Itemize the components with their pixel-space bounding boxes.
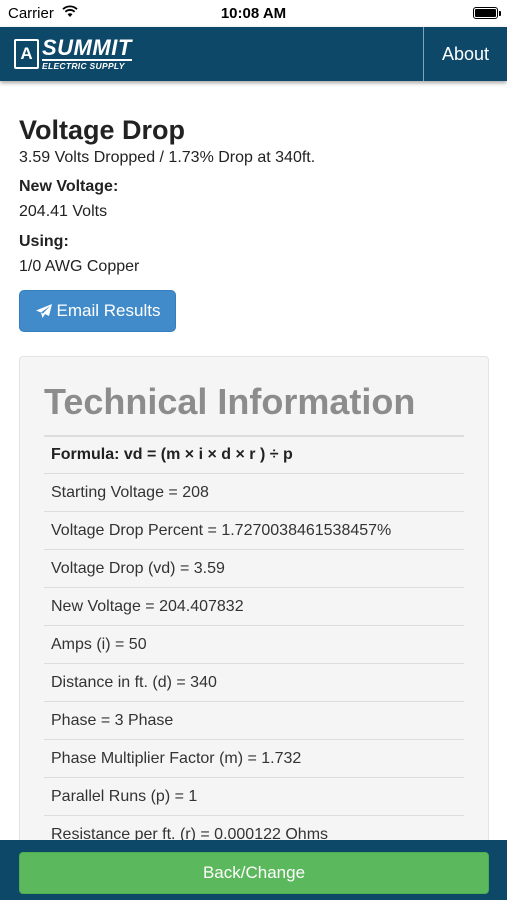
status-bar: Carrier 10:08 AM xyxy=(0,0,507,27)
about-button[interactable]: About xyxy=(424,27,507,81)
formula-row: Formula: vd = (m × i × d × r ) ÷ p xyxy=(44,435,464,473)
footer-bar: Back/Change xyxy=(0,840,507,900)
table-row: New Voltage = 204.407832 xyxy=(44,587,464,625)
table-row: Amps (i) = 50 xyxy=(44,625,464,663)
table-row: Phase = 3 Phase xyxy=(44,701,464,739)
using-label: Using: xyxy=(19,233,69,250)
email-results-label: Email Results xyxy=(56,301,161,320)
technical-info-panel: Technical Information Formula: vd = (m ×… xyxy=(19,356,489,900)
table-row: Distance in ft. (d) = 340 xyxy=(44,663,464,701)
page-title: Voltage Drop xyxy=(19,115,186,145)
logo-subtitle: ELECTRIC SUPPLY xyxy=(42,59,132,71)
technical-info-title: Technical Information xyxy=(44,381,416,422)
table-row: Phase Multiplier Factor (m) = 1.732 xyxy=(44,739,464,777)
technical-info-table: Formula: vd = (m × i × d × r ) ÷ p Start… xyxy=(44,435,464,853)
new-voltage-label: New Voltage: xyxy=(19,178,119,195)
status-time: 10:08 AM xyxy=(220,5,287,22)
email-results-button[interactable]: Email Results xyxy=(19,290,176,332)
table-row: Starting Voltage = 208 xyxy=(44,473,464,511)
table-row: Voltage Drop (vd) = 3.59 xyxy=(44,549,464,587)
send-icon xyxy=(35,304,52,318)
battery-icon xyxy=(473,7,501,19)
table-row: Voltage Drop Percent = 1.727003846153845… xyxy=(44,511,464,549)
navbar: A SUMMIT ELECTRIC SUPPLY About xyxy=(0,27,507,81)
table-row: Parallel Runs (p) = 1 xyxy=(44,777,464,815)
logo-title: SUMMIT xyxy=(42,35,132,61)
summit-logo[interactable]: A SUMMIT ELECTRIC SUPPLY xyxy=(14,35,132,71)
using-value: 1/0 AWG Copper xyxy=(19,258,140,275)
new-voltage-value: 204.41 Volts xyxy=(19,203,108,220)
logo-mark: A xyxy=(14,39,39,69)
result-summary: 3.59 Volts Dropped / 1.73% Drop at 340ft… xyxy=(19,149,316,166)
back-change-button[interactable]: Back/Change xyxy=(19,852,489,894)
